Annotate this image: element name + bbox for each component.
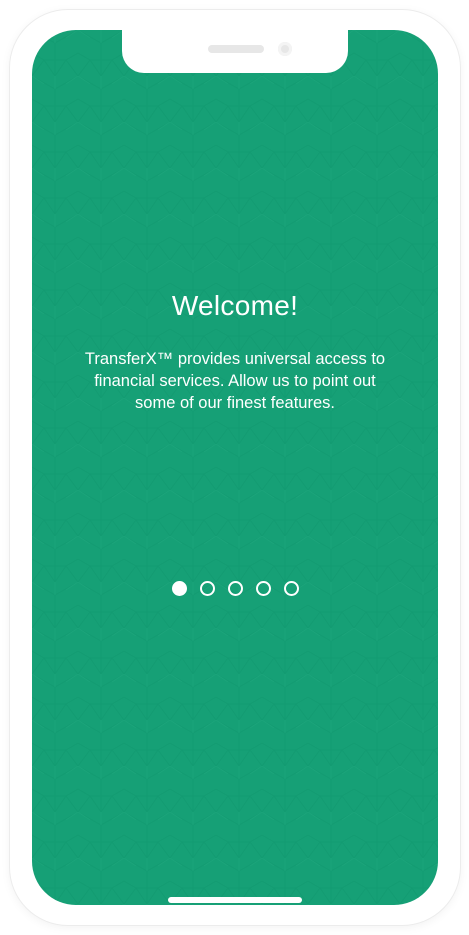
page-indicator: [32, 581, 438, 596]
page-dot-2[interactable]: [199, 581, 215, 596]
page-dot-3[interactable]: [227, 581, 243, 596]
phone-frame: Welcome! TransferX™ provides universal a…: [10, 10, 460, 925]
page-dot-5[interactable]: [283, 581, 299, 596]
welcome-description: TransferX™ provides universal access to …: [84, 350, 386, 412]
speaker-grille: [208, 45, 264, 53]
device-notch: [122, 30, 348, 73]
background-pattern: [32, 30, 438, 905]
camera-icon: [278, 42, 292, 56]
welcome-title: Welcome!: [171, 290, 299, 321]
page-dot-1[interactable]: [171, 581, 187, 596]
onboarding-screen: Welcome! TransferX™ provides universal a…: [32, 30, 438, 905]
page-dot-4[interactable]: [255, 581, 271, 596]
home-indicator[interactable]: [168, 897, 302, 903]
